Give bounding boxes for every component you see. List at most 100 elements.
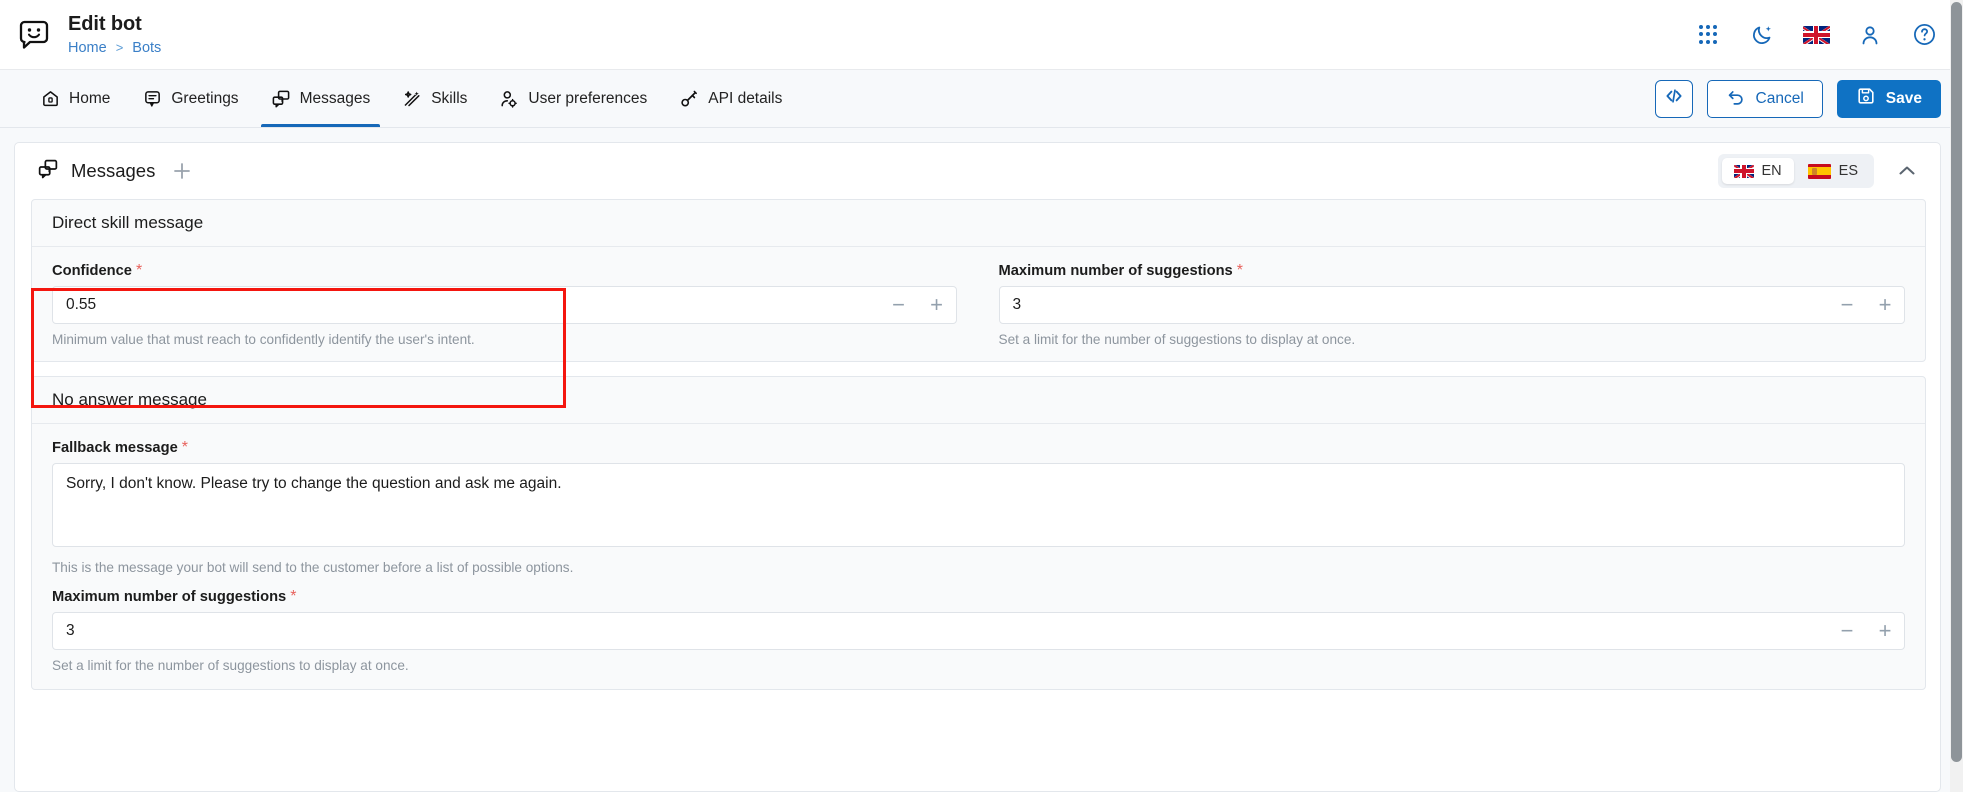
page-title: Edit bot <box>68 12 142 35</box>
max-suggestions-fallback-input[interactable] <box>52 612 1905 650</box>
confidence-decrement-button[interactable]: − <box>889 294 909 316</box>
required-asterisk: * <box>1236 262 1243 279</box>
apps-grid-dots <box>1698 25 1718 44</box>
panel-no-answer-message-title: No answer message <box>32 377 1925 424</box>
messages-icon <box>37 158 59 185</box>
tab-messages[interactable]: Messages <box>255 70 387 127</box>
nav-bar: Home Greetings Messages Skills User pref… <box>0 70 1963 128</box>
field-confidence-wrapper: Confidence * − + M <box>52 263 979 347</box>
max-suggestions-fallback-stepper: − + <box>1837 612 1895 650</box>
language-flag-uk-icon[interactable] <box>1802 22 1830 48</box>
undo-arrow-icon <box>1726 87 1746 111</box>
panel-direct-skill-message: Direct skill message Confidence * 0.55 −… <box>31 199 1926 362</box>
nav-tab-list: Home Greetings Messages Skills User pref… <box>24 70 798 127</box>
fallback-message-label-group: Fallback message * <box>52 439 1905 457</box>
panel-no-answer-message-body: Fallback message * This is the message y… <box>32 424 1925 689</box>
max-suggestions-direct-input[interactable] <box>998 286 1905 324</box>
home-icon <box>40 89 60 109</box>
tab-skills-label: Skills <box>431 89 468 107</box>
user-account-icon[interactable] <box>1857 22 1883 48</box>
fallback-message-helper-text: This is the message your bot will send t… <box>52 560 574 575</box>
collapse-section-button[interactable] <box>1890 154 1924 188</box>
max-suggestions-direct-label: Maximum number of suggestions <box>998 263 1233 279</box>
main-content: Messages EN ES Direct skill message Conf… <box>0 128 1963 792</box>
help-question-icon[interactable] <box>1911 22 1937 48</box>
field-max-suggestions-fallback-wrapper: Maximum number of suggestions * − + Se <box>52 589 1905 673</box>
breadcrumb-home[interactable]: Home <box>68 38 107 58</box>
max-suggestions-fallback-decrement-button[interactable]: − <box>1837 620 1857 642</box>
magic-wand-icon <box>402 89 422 109</box>
max-suggestions-fallback-label: Maximum number of suggestions <box>52 589 287 605</box>
max-suggestions-direct-input-wrap: − + <box>998 286 1905 324</box>
max-suggestions-direct-label-group: Maximum number of suggestions * <box>998 262 1906 280</box>
max-suggestions-direct-increment-button[interactable]: + <box>1875 294 1895 316</box>
tab-api-details-label: API details <box>708 89 783 107</box>
language-option-en[interactable]: EN <box>1721 158 1794 184</box>
language-option-es-label: ES <box>1838 163 1858 179</box>
dark-mode-moon-icon[interactable] <box>1749 22 1775 48</box>
confidence-input-wrap: − + <box>52 286 957 324</box>
page-title-block: Edit bot Home > Bots <box>68 12 161 58</box>
header-icon-group <box>1695 22 1937 48</box>
confidence-helper-text: Minimum value that must reach to confide… <box>52 332 475 347</box>
code-brackets-icon <box>1664 86 1684 111</box>
uk-flag-graphic <box>1802 25 1830 44</box>
scrollbar-thumb[interactable] <box>1951 2 1962 762</box>
breadcrumb: Home > Bots <box>68 38 161 58</box>
max-suggestions-direct-decrement-button[interactable]: − <box>1837 294 1857 316</box>
add-message-button[interactable] <box>167 156 197 186</box>
panel-no-answer-message: No answer message Fallback message * Thi… <box>31 376 1926 690</box>
nav-action-group: Cancel Save <box>1654 79 1941 118</box>
messages-card-header: Messages EN ES <box>15 143 1940 199</box>
tab-home-label: Home <box>69 89 111 107</box>
tab-api-details[interactable]: API details <box>663 70 798 127</box>
breadcrumb-bots[interactable]: Bots <box>132 38 161 58</box>
tab-greetings-label: Greetings <box>171 89 239 107</box>
confidence-stepper: − + <box>889 286 947 324</box>
field-max-suggestions-direct-wrapper: Maximum number of suggestions * − + <box>979 262 1906 347</box>
page-scrollbar[interactable]: ▲ <box>1950 0 1963 792</box>
confidence-increment-button[interactable]: + <box>927 294 947 316</box>
fallback-message-label: Fallback message <box>52 440 178 456</box>
cancel-button-label: Cancel <box>1755 89 1804 107</box>
tab-messages-label: Messages <box>299 89 371 107</box>
user-settings-icon <box>499 89 519 109</box>
required-asterisk: * <box>135 262 143 279</box>
messages-icon <box>271 89 291 109</box>
chat-bubble-icon <box>142 89 162 109</box>
apps-grid-icon[interactable] <box>1695 22 1721 48</box>
panel-direct-skill-message-title: Direct skill message <box>32 200 1925 247</box>
language-switcher: EN ES <box>1717 154 1874 188</box>
save-button[interactable]: Save <box>1836 79 1941 118</box>
view-code-button[interactable] <box>1654 79 1693 118</box>
required-asterisk: * <box>181 439 188 456</box>
confidence-label: Confidence <box>52 263 132 279</box>
messages-card: Messages EN ES Direct skill message Conf… <box>14 142 1941 792</box>
app-root: Edit bot Home > Bots Home Greetings Mess… <box>0 0 1963 792</box>
card-title: Messages <box>71 160 156 181</box>
tab-greetings[interactable]: Greetings <box>126 70 254 127</box>
tab-home[interactable]: Home <box>24 70 126 127</box>
uk-flag-icon <box>1733 164 1754 178</box>
card-title-group: Messages <box>37 158 155 185</box>
confidence-label-group: Confidence * <box>52 262 957 280</box>
max-suggestions-direct-stepper: − + <box>1837 286 1895 324</box>
panel-direct-skill-message-body: Confidence * − + M <box>32 247 1925 361</box>
api-key-icon <box>679 89 699 109</box>
plus-icon <box>174 163 191 179</box>
cancel-button[interactable]: Cancel <box>1706 79 1823 118</box>
max-suggestions-direct-helper-text: Set a limit for the number of suggestion… <box>998 332 1356 347</box>
fallback-message-textarea[interactable] <box>52 463 1905 547</box>
field-row: Confidence * − + M <box>52 263 1905 347</box>
tab-skills[interactable]: Skills <box>386 70 483 127</box>
max-suggestions-fallback-increment-button[interactable]: + <box>1875 620 1895 642</box>
confidence-input[interactable] <box>52 286 957 324</box>
required-asterisk: * <box>290 588 297 605</box>
max-suggestions-fallback-helper-text: Set a limit for the number of suggestion… <box>52 658 409 673</box>
chevron-up-icon <box>1899 166 1915 175</box>
field-fallback-message-wrapper: Fallback message * This is the message y… <box>52 440 1905 575</box>
chat-bot-smiley-icon <box>14 15 54 55</box>
language-option-es[interactable]: ES <box>1796 158 1870 184</box>
tab-user-preferences[interactable]: User preferences <box>483 70 663 127</box>
max-suggestions-fallback-label-group: Maximum number of suggestions * <box>52 588 1905 606</box>
